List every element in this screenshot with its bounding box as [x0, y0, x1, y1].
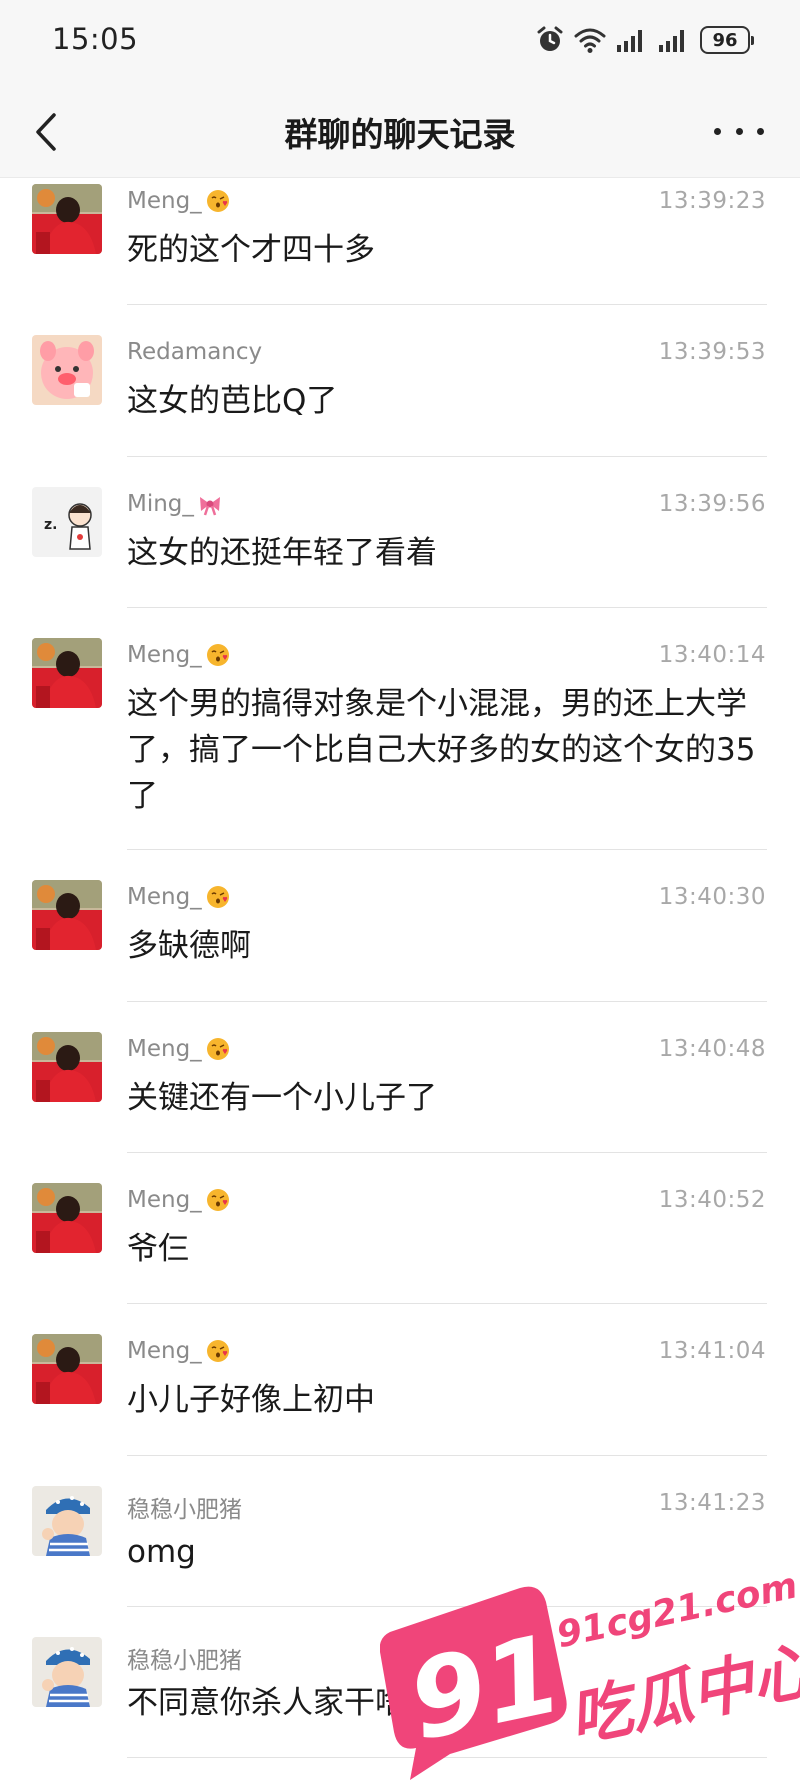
kiss-face-icon	[206, 1339, 230, 1363]
divider	[127, 304, 767, 305]
avatar[interactable]	[32, 1486, 102, 1556]
sender-name: Redamancy	[127, 339, 263, 365]
divider	[127, 1455, 767, 1456]
sender-name: Meng_	[127, 1338, 230, 1364]
message-time: 13:40:14	[658, 642, 766, 668]
avatar[interactable]	[32, 1334, 102, 1404]
ribbon-icon	[198, 492, 222, 516]
sender-name: Meng_	[127, 884, 230, 910]
divider	[127, 849, 767, 850]
avatar[interactable]	[32, 487, 102, 557]
message-text: 这女的还挺年轻了看着	[127, 535, 437, 571]
status-time: 15:05	[52, 22, 139, 56]
message-time: 13:40:48	[658, 1036, 766, 1062]
message-text: 这个男的搞得对象是个小混混，男的还上大学了，搞了一个比自己大好多的女的这个女的3…	[127, 686, 756, 814]
watermark-brand: 吃瓜中心	[563, 1632, 800, 1755]
message-time: 13:40:30	[658, 884, 766, 910]
kiss-face-icon	[206, 885, 230, 909]
sender-name: Ming_	[127, 491, 222, 517]
divider	[127, 1001, 767, 1002]
signal-icon	[617, 30, 642, 52]
message-text: 死的这个才四十多	[127, 232, 375, 268]
kiss-face-icon	[206, 1188, 230, 1212]
message-time: 13:41:23	[658, 1490, 766, 1516]
sender-name: 稳稳小肥猪	[127, 1497, 242, 1523]
more-icon	[714, 127, 721, 135]
message-text: 多缺德啊	[127, 928, 251, 964]
divider	[127, 1303, 767, 1304]
avatar[interactable]	[32, 184, 102, 254]
avatar[interactable]	[32, 335, 102, 405]
avatar[interactable]	[32, 1183, 102, 1253]
avatar[interactable]	[32, 880, 102, 950]
kiss-face-icon	[206, 189, 230, 213]
message-time: 13:40:52	[658, 1187, 766, 1213]
message-text: 爷仨	[127, 1231, 189, 1267]
header: 群聊的聊天记录	[0, 86, 800, 178]
status-icons: 96	[536, 24, 754, 56]
message-text: 这女的芭比Q了	[127, 383, 338, 419]
kiss-face-icon	[206, 643, 230, 667]
watermark: 91 91cg21.com 吃瓜中心	[379, 1548, 800, 1780]
message-text: 关键还有一个小儿子了	[127, 1080, 437, 1116]
divider	[127, 1152, 767, 1153]
sender-name: Meng_	[127, 642, 230, 668]
message-text: 小儿子好像上初中	[127, 1382, 375, 1418]
avatar[interactable]	[32, 1032, 102, 1102]
sender-name: Meng_	[127, 188, 230, 214]
alarm-icon	[537, 26, 563, 51]
status-bar: 15:05 96	[0, 0, 800, 86]
avatar[interactable]	[32, 638, 102, 708]
wifi-icon	[574, 28, 606, 53]
sender-name: Meng_	[127, 1187, 230, 1213]
message-time: 13:39:56	[658, 491, 766, 517]
sender-name: 稳稳小肥猪	[127, 1648, 242, 1674]
watermark-logo: 91 91cg21.com 吃瓜中心	[379, 1565, 800, 1780]
battery-indicator: 96	[700, 26, 754, 54]
sender-name: Meng_	[127, 1036, 230, 1062]
message-time: 13:39:53	[658, 339, 766, 365]
message-time: 13:39:23	[658, 188, 766, 214]
more-button[interactable]	[714, 116, 764, 146]
avatar[interactable]	[32, 1637, 102, 1707]
signal-icon	[659, 30, 684, 52]
divider	[127, 456, 767, 457]
page-title: 群聊的聊天记录	[284, 115, 516, 154]
message-time: 13:41:04	[658, 1338, 766, 1364]
kiss-face-icon	[206, 1037, 230, 1061]
divider	[127, 607, 767, 608]
